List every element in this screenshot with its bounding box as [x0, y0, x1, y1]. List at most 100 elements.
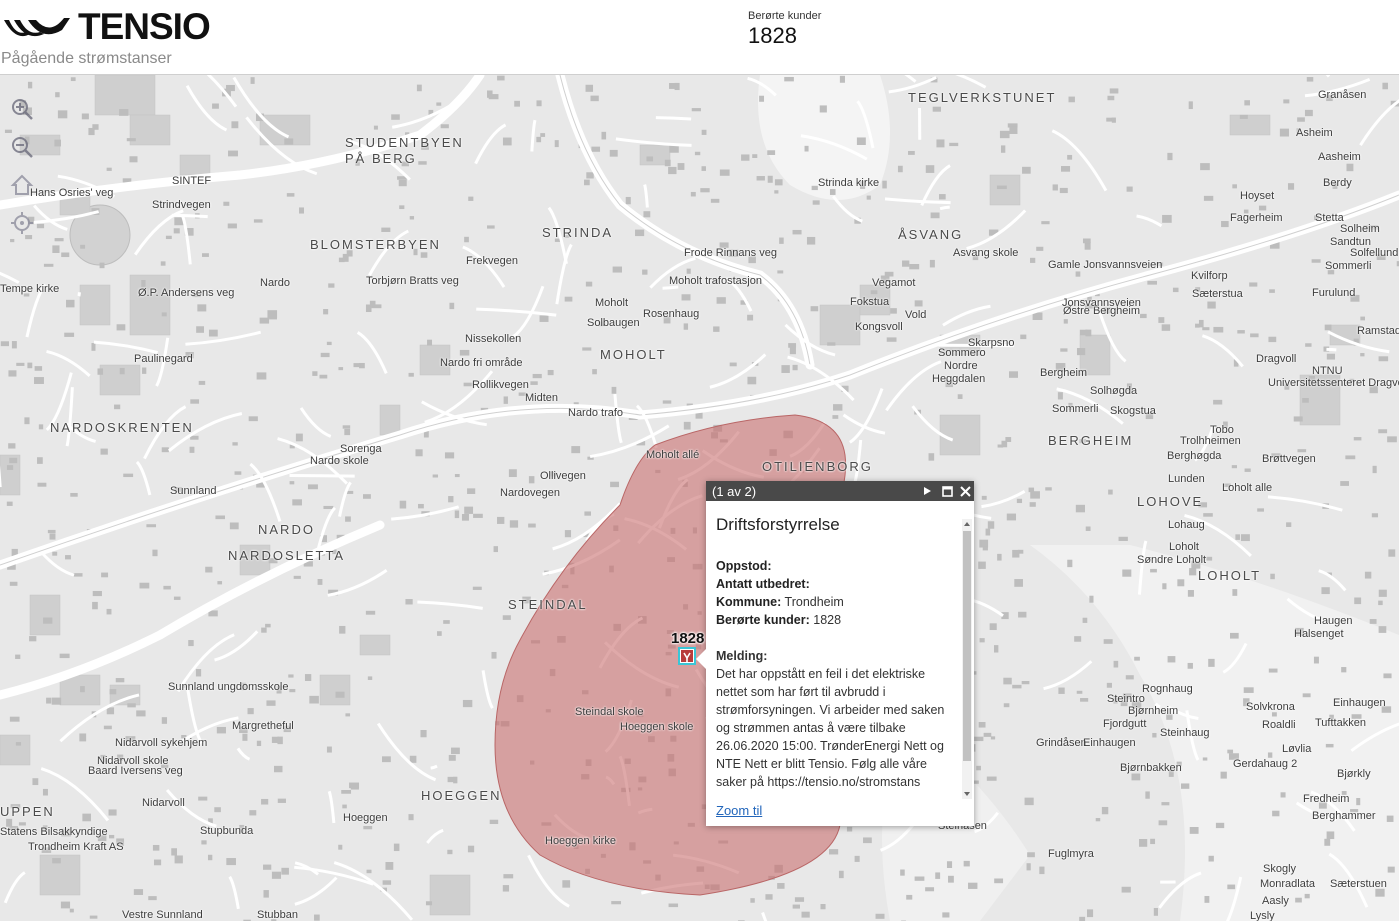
building [338, 844, 343, 850]
zoom-to-link[interactable]: Zoom til [716, 803, 762, 818]
message-label: Melding: [716, 649, 768, 663]
building [884, 271, 894, 277]
popup-content[interactable]: Driftsforstyrrelse Oppstod: Antatt utbed… [706, 501, 964, 801]
street [1326, 347, 1337, 352]
map-label: Trolhheimen [1180, 435, 1241, 447]
building [586, 172, 594, 179]
stat-value: 1828 [748, 23, 797, 48]
maximize-icon[interactable] [938, 482, 956, 500]
home-icon[interactable] [8, 171, 36, 199]
map-label: Steintro [1107, 693, 1145, 705]
building [502, 615, 511, 620]
building [1382, 82, 1388, 90]
building [1001, 440, 1008, 448]
map-label: Moholt allé [646, 449, 700, 461]
map-label: Einhaugen [1333, 697, 1386, 709]
map-label: Nordre [944, 360, 978, 372]
building [1231, 465, 1238, 469]
building [307, 484, 318, 490]
next-icon[interactable] [918, 482, 936, 500]
building [829, 189, 836, 195]
building [985, 528, 991, 536]
building [207, 854, 213, 861]
map-label: Vestre Sunnland [122, 909, 203, 921]
map-label: Lohaug [1168, 519, 1205, 531]
building [1079, 916, 1086, 921]
scrollbar-thumb[interactable] [963, 531, 971, 761]
building [100, 448, 108, 455]
building [909, 263, 920, 270]
lightning-icon [681, 650, 693, 662]
map-label: NTNU [1312, 365, 1343, 377]
building [1208, 658, 1215, 667]
building [52, 858, 61, 864]
building [1150, 568, 1157, 573]
building [99, 262, 105, 269]
locate-icon[interactable] [8, 209, 36, 237]
building [502, 137, 512, 146]
map-label: Skogstua [1110, 405, 1156, 417]
building [765, 894, 773, 900]
building [509, 520, 519, 528]
street [289, 473, 355, 478]
building [1014, 579, 1023, 587]
map-label: Sommero [938, 347, 986, 359]
building [9, 716, 20, 722]
building [1131, 773, 1141, 781]
building [432, 474, 439, 478]
building [328, 283, 335, 288]
zoom-out-icon[interactable] [8, 133, 36, 161]
building [444, 452, 455, 459]
map-label: Hoeggen kirke [545, 835, 616, 847]
building [91, 343, 96, 351]
zoom-in-icon[interactable] [8, 95, 36, 123]
building [382, 880, 392, 885]
building [1268, 668, 1278, 673]
map-label: Solfellund [1350, 247, 1399, 259]
building [1311, 259, 1321, 263]
building [69, 908, 74, 913]
street [655, 116, 692, 121]
building [129, 156, 138, 163]
building [713, 326, 720, 332]
outage-marker[interactable] [678, 647, 696, 665]
building [1180, 783, 1190, 789]
building [256, 740, 262, 747]
building [601, 131, 607, 140]
building [792, 364, 798, 371]
building [900, 869, 905, 876]
map-view[interactable]: TEGLVERKSTUNET STUDENTBYEN PÅ BERG STRINDA B… [0, 75, 1399, 921]
building [217, 581, 223, 585]
map-label: Solvkrona [1246, 701, 1295, 713]
building [625, 196, 631, 205]
building [1039, 866, 1045, 875]
building [1206, 556, 1213, 561]
map-label: PÅ BERG [345, 151, 417, 166]
building [886, 337, 897, 342]
building [1305, 343, 1312, 347]
building [1369, 619, 1377, 624]
map-label: Rollikvegen [472, 379, 529, 391]
map-label: Skogly [1263, 863, 1297, 875]
building [979, 539, 989, 548]
building [345, 516, 351, 522]
building [564, 530, 572, 538]
building [752, 154, 758, 158]
building [611, 901, 622, 905]
building [756, 176, 765, 181]
affected-customers-stat: Berørte kunder 1828 [748, 10, 821, 49]
building [827, 342, 836, 346]
building [932, 106, 942, 112]
tensio-logo[interactable]: TENSIO [4, 8, 211, 45]
building [440, 124, 449, 129]
building [391, 114, 400, 120]
close-icon[interactable] [956, 482, 974, 500]
map-label: Berghøgda [1167, 450, 1222, 462]
building [532, 373, 542, 379]
building [1353, 437, 1362, 441]
building [15, 742, 22, 746]
building [1346, 163, 1354, 172]
building [61, 252, 70, 258]
building [1028, 487, 1035, 493]
popup-scrollbar[interactable] [962, 519, 972, 799]
